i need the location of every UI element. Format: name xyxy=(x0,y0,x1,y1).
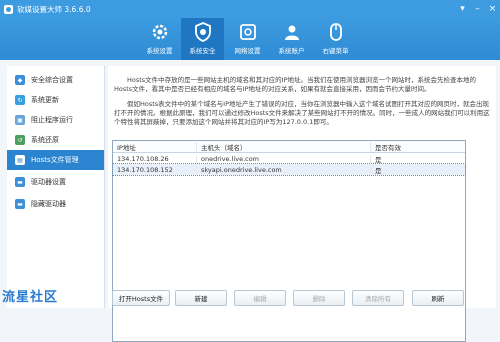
hosts-description: Hosts文件中存放的是一些网站主机的域名和其对应的IP地址。当我们在使用浏览器… xyxy=(114,76,490,133)
minimize-button[interactable]: – xyxy=(470,0,485,18)
open-hosts-button[interactable]: 打开Hosts文件 xyxy=(112,290,170,306)
tab-label: 右键菜单 xyxy=(322,47,349,55)
tab-label: 系统账户 xyxy=(278,47,305,55)
restore-icon: ↺ xyxy=(15,135,25,145)
shield-icon xyxy=(193,22,213,42)
drive-icon: ▬ xyxy=(15,199,25,209)
column-header-host[interactable]: 主机头（域名） xyxy=(197,141,371,152)
network-icon xyxy=(238,22,258,42)
action-buttons: 打开Hosts文件 新建 编辑 删除 清除所有 刷新 xyxy=(108,290,496,308)
sidebar-item-label: 驱动器设置 xyxy=(31,178,66,186)
column-header-valid[interactable]: 是否有效 xyxy=(371,142,463,152)
tab-label: 系统安全 xyxy=(189,47,216,55)
sidebar-item-label: Hosts文件管理 xyxy=(31,156,79,164)
tab-context-menu[interactable]: 右键菜单 xyxy=(314,18,357,60)
tab-system-settings[interactable]: 系统设置 xyxy=(138,18,181,60)
table-row[interactable]: 134.170.108.26 onedrive.live.com 是 xyxy=(113,153,465,164)
sidebar-item-label: 系统更新 xyxy=(31,96,59,104)
sidebar-item-system-update[interactable]: ↻ 系统更新 xyxy=(7,90,104,110)
sidebar-item-hide-drive[interactable]: ▬ 隐藏驱动器 xyxy=(7,194,104,214)
sidebar-item-system-restore[interactable]: ↺ 系统还原 xyxy=(7,130,104,150)
user-icon xyxy=(282,22,302,42)
clear-all-button[interactable]: 清除所有 xyxy=(352,290,404,306)
sidebar: ◆ 安全综合设置 ↻ 系统更新 ▣ 阻止程序运行 ↺ 系统还原 ▤ Hosts文… xyxy=(7,66,105,308)
sidebar-item-block-programs[interactable]: ▣ 阻止程序运行 xyxy=(7,110,104,130)
sidebar-item-security-settings[interactable]: ◆ 安全综合设置 xyxy=(7,70,104,90)
sidebar-item-hosts-management[interactable]: ▤ Hosts文件管理 xyxy=(7,150,104,170)
drive-icon: ▬ xyxy=(15,177,25,187)
new-button[interactable]: 新建 xyxy=(175,290,227,306)
description-paragraph: Hosts文件中存放的是一些网站主机的域名和其对应的IP地址。当我们在使用浏览器… xyxy=(114,76,477,93)
cell-valid: 是 xyxy=(375,166,382,175)
cell-valid: 是 xyxy=(375,155,382,164)
cell-host: skyapi.onedrive.live.com xyxy=(197,165,371,174)
sidebar-item-label: 隐藏驱动器 xyxy=(31,200,66,208)
hosts-file-icon: ▤ xyxy=(15,155,25,165)
close-button[interactable]: × xyxy=(485,0,500,18)
skin-icon[interactable]: ▾ xyxy=(455,0,470,18)
tab-system-account[interactable]: 系统账户 xyxy=(270,18,313,60)
column-header-ip[interactable]: IP地址 xyxy=(113,141,197,152)
tab-label: 网络设置 xyxy=(234,47,261,55)
table-row[interactable]: 134.170.108.152 skyapi.onedrive.live.com… xyxy=(112,163,466,176)
delete-button[interactable]: 删除 xyxy=(293,290,345,306)
refresh-button[interactable]: 刷新 xyxy=(412,290,464,306)
sidebar-item-label: 阻止程序运行 xyxy=(31,116,73,124)
table-header: IP地址 主机头（域名） 是否有效 xyxy=(113,141,465,153)
edit-button[interactable]: 编辑 xyxy=(234,290,286,306)
window-block-icon: ▣ xyxy=(15,115,25,125)
window-controls: ▾ – × xyxy=(455,0,500,18)
tab-label: 系统设置 xyxy=(146,47,173,55)
window-title: 软媒设置大师 3.6.6.0 xyxy=(17,4,91,14)
tab-network-settings[interactable]: 网络设置 xyxy=(226,18,269,60)
update-icon: ↻ xyxy=(15,95,25,105)
title-bar: 软媒设置大师 3.6.6.0 ▾ – × xyxy=(0,0,500,18)
gear-icon xyxy=(150,22,170,42)
app-icon xyxy=(4,4,13,14)
sidebar-item-label: 安全综合设置 xyxy=(31,76,73,84)
watermark: 流星社区 xyxy=(2,290,59,305)
hosts-table[interactable]: IP地址 主机头（域名） 是否有效 134.170.108.26 onedriv… xyxy=(112,140,466,342)
main-content: Hosts文件中存放的是一些网站主机的域名和其对应的IP地址。当我们在使用浏览器… xyxy=(108,66,496,342)
cell-ip: 134.170.108.152 xyxy=(113,165,197,174)
main-toolbar: 系统设置 系统安全 网络设置 系统账户 右键菜单 xyxy=(0,18,500,60)
sidebar-item-drive-settings[interactable]: ▬ 驱动器设置 xyxy=(7,172,104,192)
description-paragraph: 假如Hosts表文件中的某个域名与IP地址产生了错误的对应，当你在浏览器中输入这… xyxy=(114,100,490,126)
shield-icon: ◆ xyxy=(15,75,25,85)
cell-host: onedrive.live.com xyxy=(197,154,371,163)
mouse-icon xyxy=(326,22,346,42)
sidebar-item-label: 系统还原 xyxy=(31,136,59,144)
cell-ip: 134.170.108.26 xyxy=(113,154,197,163)
tab-system-security[interactable]: 系统安全 xyxy=(181,18,224,60)
